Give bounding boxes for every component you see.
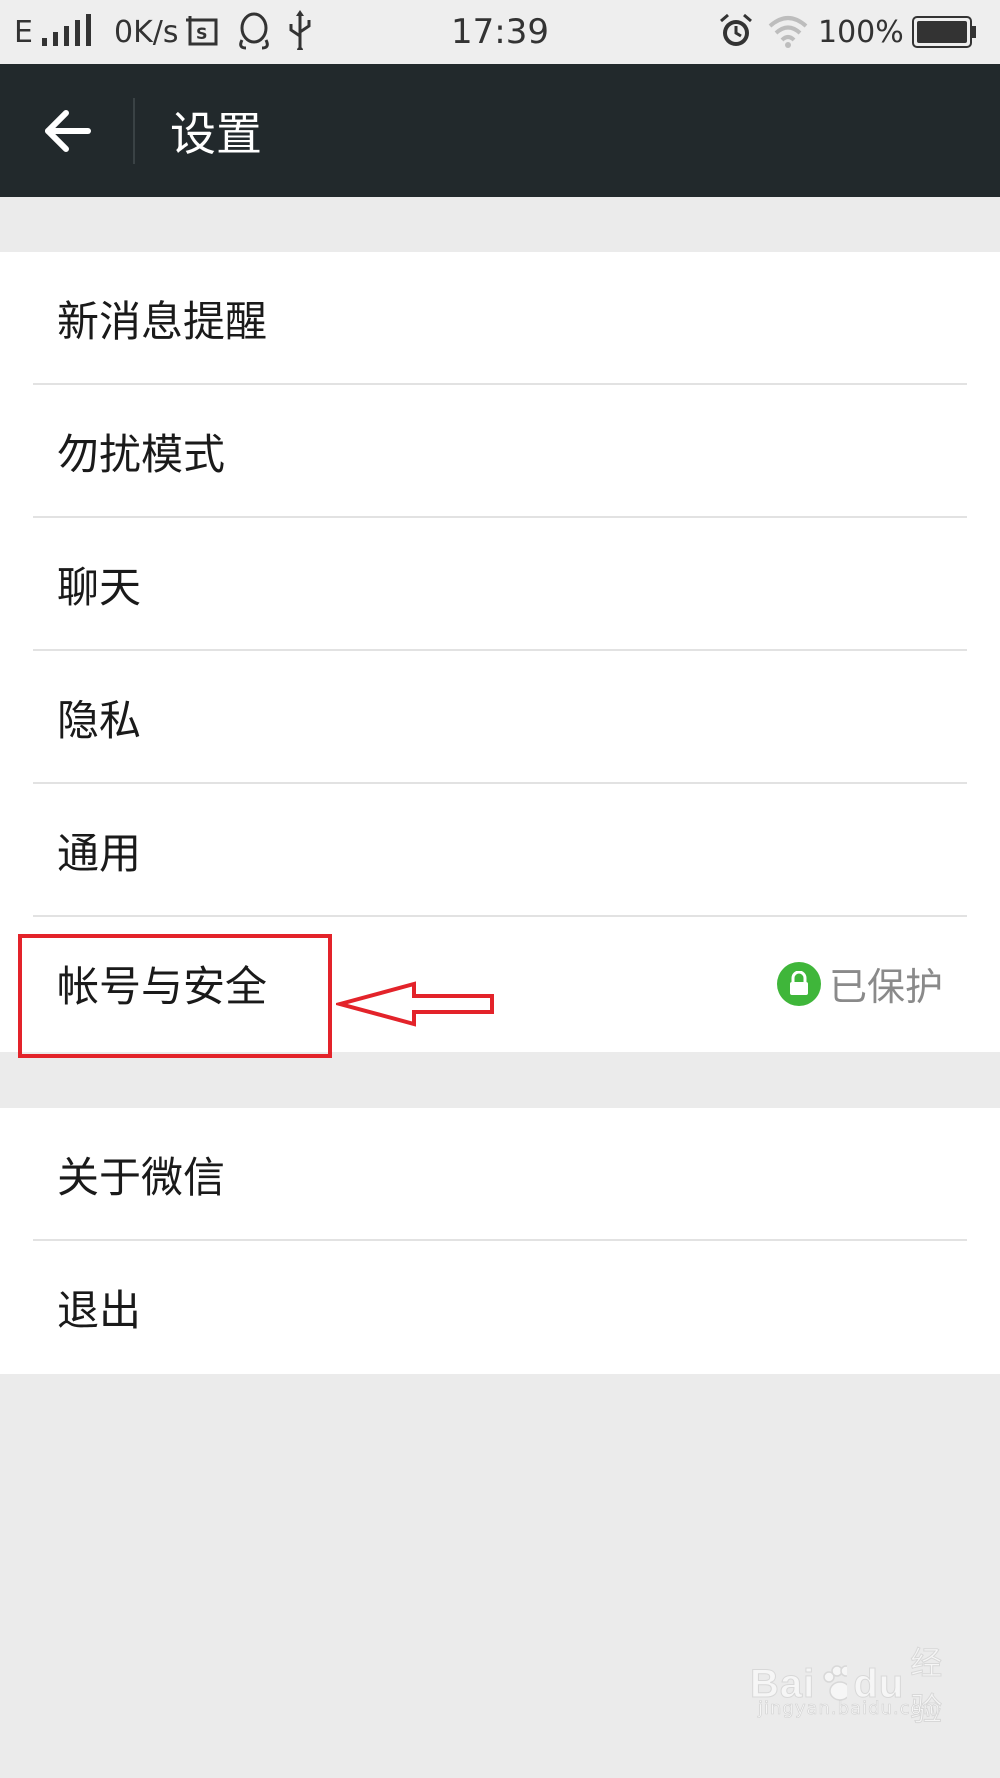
status-bar: E 0K/s S 17:39 100% [0,0,1000,64]
setting-item-label: 聊天 [57,563,142,612]
setting-item-do-not-disturb[interactable]: 勿扰模式 [0,385,1000,518]
battery-percent: 100% [818,12,904,52]
title-divider [133,98,135,164]
setting-item-general[interactable]: 通用 [0,784,1000,917]
setting-item-new-message-alert[interactable]: 新消息提醒 [0,252,1000,385]
settings-group-secondary: 关于微信 退出 [0,1108,1000,1374]
battery-icon [912,16,976,48]
battery-percent-label: 100% [818,14,904,50]
setting-item-label: 勿扰模式 [57,430,226,479]
setting-item-label: 新消息提醒 [57,297,268,346]
watermark-url: jingyan.baidu.com [758,1698,942,1720]
baidu-watermark: Bai du 经验 jingyan.baidu.com [749,1638,950,1738]
setting-item-label: 退出 [57,1286,142,1335]
annotation-arrow-icon [336,981,494,1027]
setting-item-about-wechat[interactable]: 关于微信 [0,1108,1000,1241]
back-button[interactable] [30,94,104,168]
wifi-icon [768,16,808,48]
page-title: 设置 [170,106,262,161]
setting-item-label: 关于微信 [57,1153,226,1202]
setting-item-logout[interactable]: 退出 [0,1241,1000,1374]
back-arrow-icon [45,110,91,152]
protection-status: 已保护 [776,917,943,1050]
annotation-highlight-box [18,934,332,1058]
setting-item-chat[interactable]: 聊天 [0,518,1000,651]
alarm-icon [720,13,752,46]
clock-label: 17:39 [451,12,549,52]
settings-group-main: 新消息提醒 勿扰模式 聊天 隐私 通用 帐号与安全 已保护 [0,252,1000,1052]
setting-item-privacy[interactable]: 隐私 [0,651,1000,784]
setting-item-label: 通用 [57,829,142,878]
protection-status-label: 已保护 [828,965,943,1009]
setting-item-label: 隐私 [57,696,142,745]
title-bar: 设置 [0,64,1000,197]
lock-icon [776,961,821,1006]
